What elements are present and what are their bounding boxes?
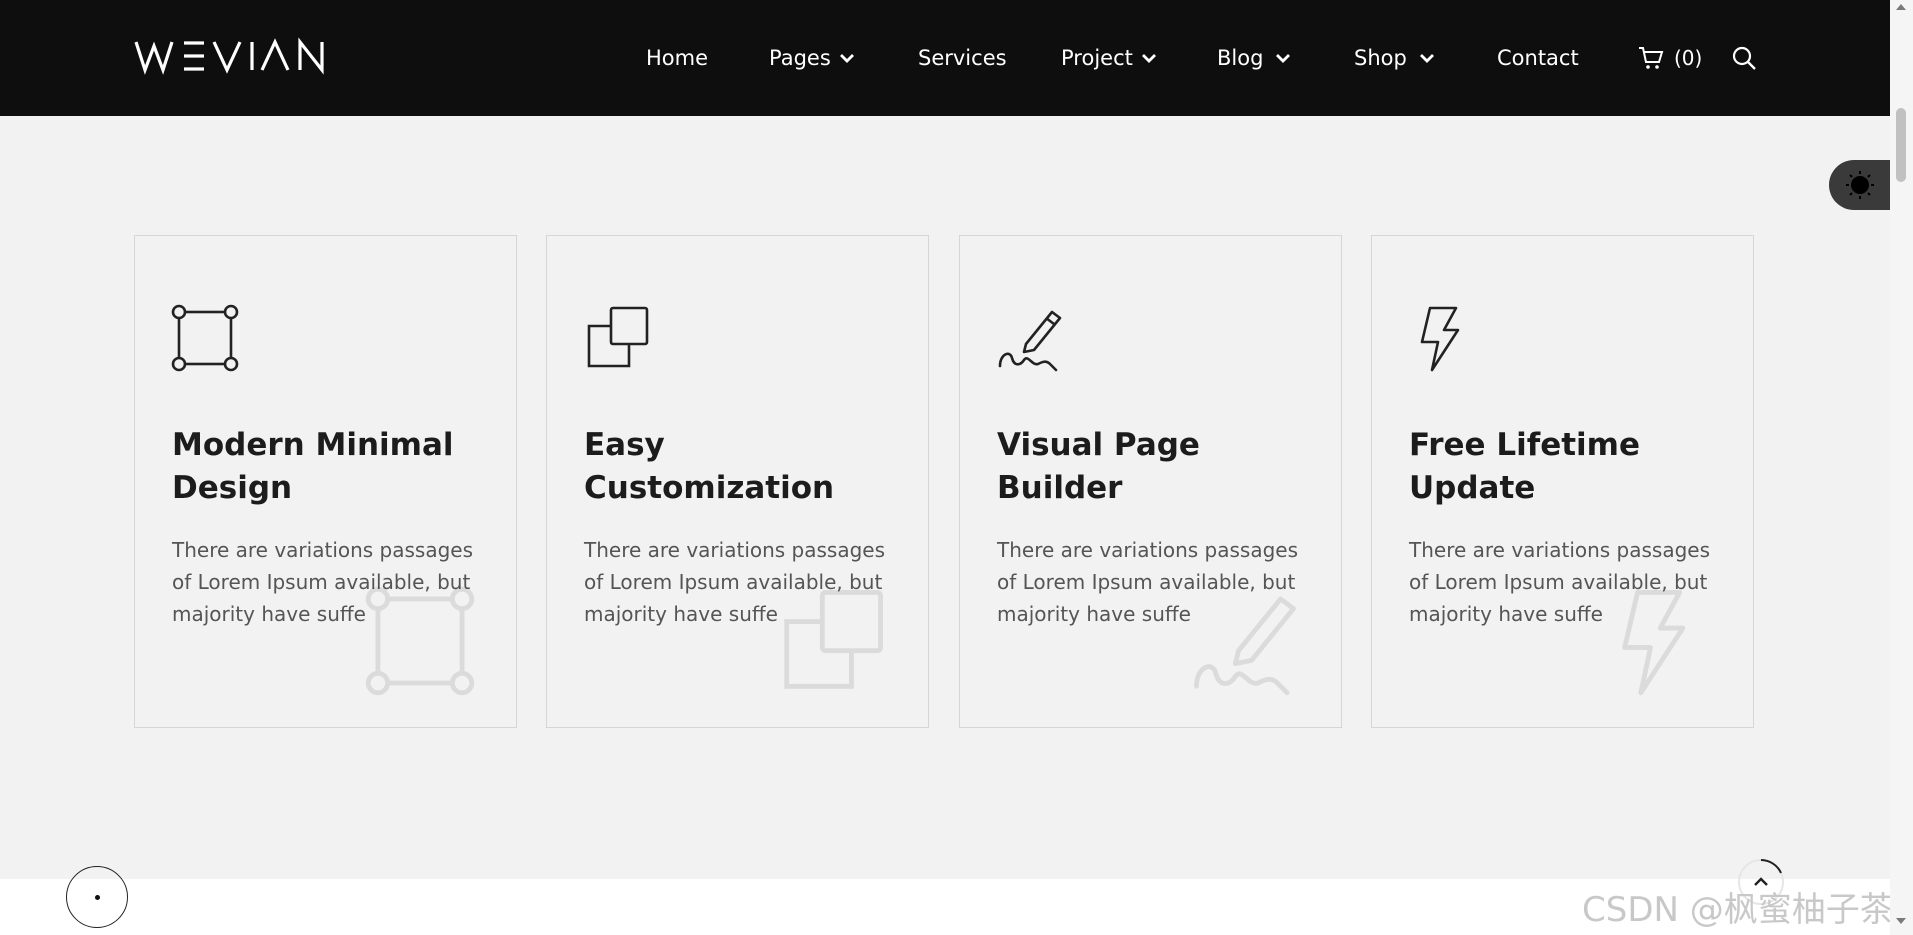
feature-title: Easy Customization [584, 427, 835, 506]
nav-shop[interactable]: Shop [1354, 40, 1435, 76]
chevron-down-icon [1419, 54, 1434, 63]
main-nav: Home Pages Services Project Blog Shop Co… [0, 40, 1890, 76]
scroll-down-arrow-icon[interactable] [1896, 918, 1906, 924]
copy-icon [784, 590, 883, 689]
feature-card: Free Lifetime Update There are variation… [1371, 235, 1754, 728]
feature-card: Visual Page Builder There are variations… [959, 235, 1342, 728]
nav-contact[interactable]: Contact [1497, 40, 1579, 76]
chevron-down-icon [1276, 54, 1291, 63]
feature-title: Modern Minimal Design [172, 427, 454, 506]
cart-count: (0) [1674, 46, 1703, 70]
square-nodes-icon [365, 586, 475, 696]
nav-services[interactable]: Services [918, 40, 1007, 76]
chevron-down-icon [1141, 54, 1156, 63]
nav-contact-label: Contact [1497, 46, 1579, 70]
square-nodes-icon [171, 304, 239, 372]
theme-toggle[interactable] [1829, 160, 1890, 210]
copy-icon [587, 306, 649, 368]
search-icon [1732, 46, 1756, 70]
feature-card: Easy Customization There are variations … [546, 235, 929, 728]
cart-button[interactable]: (0) [1638, 40, 1702, 76]
chevron-down-icon [839, 54, 854, 63]
site-header: Home Pages Services Project Blog Shop Co… [0, 0, 1890, 116]
nav-shop-label: Shop [1354, 46, 1407, 70]
feature-title: Visual Page Builder [997, 427, 1200, 506]
csdn-watermark: CSDN @枫蜜柚子茶 [1582, 890, 1894, 930]
feature-title: Free Lifetime Update [1409, 427, 1640, 506]
scroll-up-arrow-icon[interactable] [1896, 4, 1906, 10]
nav-pages[interactable]: Pages [769, 40, 855, 76]
lightning-icon [1420, 306, 1460, 372]
nav-blog-label: Blog [1217, 46, 1264, 70]
nav-services-label: Services [918, 46, 1007, 70]
cursor-dot [95, 895, 100, 900]
lightning-icon [1622, 590, 1686, 696]
nav-pages-label: Pages [769, 46, 831, 70]
signature-pen-icon [998, 310, 1062, 372]
sun-icon [1846, 171, 1874, 199]
custom-cursor [66, 866, 128, 928]
page-scrollbar[interactable] [1890, 0, 1913, 935]
nav-home-label: Home [646, 46, 709, 70]
feature-card: Modern Minimal Design There are variatio… [134, 235, 517, 728]
nav-blog[interactable]: Blog [1217, 40, 1291, 76]
scrollbar-thumb[interactable] [1896, 108, 1906, 182]
nav-project[interactable]: Project [1061, 40, 1157, 76]
nav-home[interactable]: Home [646, 40, 708, 76]
search-button[interactable] [1731, 40, 1757, 76]
signature-pen-icon [1194, 596, 1296, 696]
nav-project-label: Project [1061, 46, 1133, 70]
features-section: Modern Minimal Design There are variatio… [134, 235, 1756, 728]
cart-icon [1639, 47, 1664, 69]
